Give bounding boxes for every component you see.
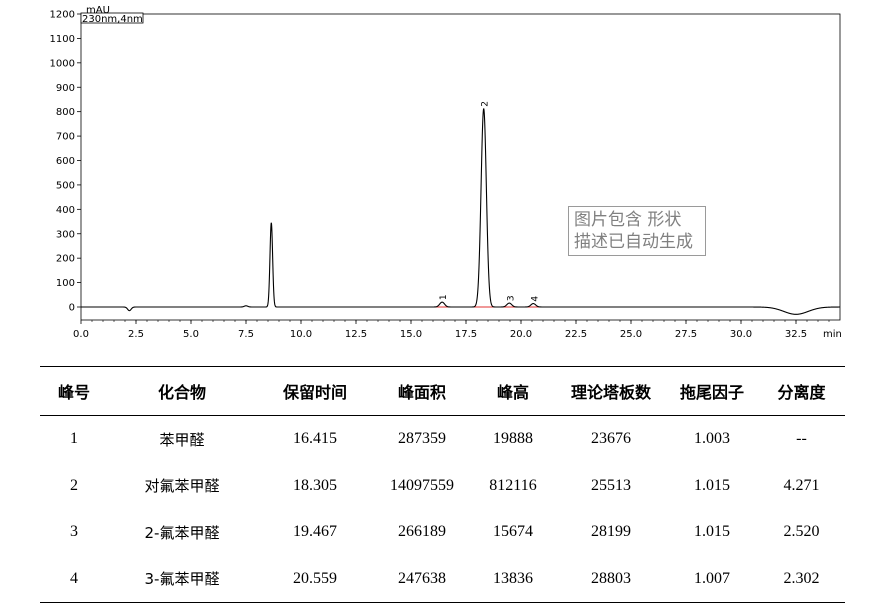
y-tick-label: 300: [56, 229, 75, 240]
header-peak-height: 峰高: [496, 383, 529, 402]
cell-retention-time: 19.467: [293, 523, 337, 541]
plot-frame: [80, 13, 841, 321]
y-tick-label: 100: [56, 278, 75, 289]
cell-tailing-factor: 1.003: [694, 430, 730, 448]
cell-resolution: 2.302: [783, 569, 820, 587]
header-peak-area: 峰面积: [397, 383, 446, 402]
x-tick-label: 0.0: [73, 329, 89, 340]
cell-tailing-factor: 1.015: [694, 523, 730, 541]
y-tick-label: 600: [56, 156, 75, 167]
peak-table: 峰号 化合物 保留时间 峰面积 峰高 理论塔板数 拖尾因子 分离度 1 苯甲醛 …: [40, 366, 845, 603]
x-tick-label: 10.0: [290, 329, 312, 340]
cell-compound: 苯甲醛: [159, 430, 205, 449]
x-tick-label: 15.0: [400, 329, 422, 340]
header-peak-no: 峰号: [57, 383, 90, 402]
cell-compound: 3-氟苯甲醛: [144, 570, 220, 589]
alt-text-overlay: 图片包含 形状 描述已自动生成: [568, 206, 706, 256]
cell-peak-no: 1: [70, 430, 78, 448]
cell-theoretical-plates: 28199: [591, 523, 631, 541]
peak-table-container: 峰号 化合物 保留时间 峰面积 峰高 理论塔板数 拖尾因子 分离度 1 苯甲醛 …: [40, 366, 845, 603]
table-row: 3 2-氟苯甲醛 19.467 266189 15674 28199 1.015…: [40, 509, 845, 556]
cell-peak-no: 3: [70, 523, 78, 541]
cell-retention-time: 16.415: [293, 430, 337, 448]
peak-label: 1: [439, 294, 449, 300]
x-tick-label: 27.5: [675, 329, 697, 340]
cell-peak-height: 812116: [489, 476, 537, 494]
header-resolution: 分离度: [777, 383, 826, 402]
x-tick-label: 17.5: [455, 329, 477, 340]
cell-theoretical-plates: 23676: [591, 430, 631, 448]
header-tailing-factor: 拖尾因子: [679, 383, 744, 402]
x-tick-label: 2.5: [128, 329, 144, 340]
y-tick-label: 1100: [50, 34, 75, 45]
x-tick-label: 32.5: [785, 329, 807, 340]
x-tick-label: 30.0: [730, 329, 752, 340]
cell-peak-area: 266189: [398, 523, 446, 541]
header-retention-time: 保留时间: [282, 383, 347, 402]
cell-theoretical-plates: 28803: [591, 569, 631, 587]
channel-legend: 230nm,4nm: [80, 12, 144, 25]
chromatogram-chart: 1200 1100 1000 900 800 700 600 500 400 300 200 100 0…: [0, 0, 885, 355]
table-row: 4 3-氟苯甲醛 20.559 247638 13836 28803 1.007…: [40, 556, 845, 603]
table-row: 1 苯甲醛 16.415 287359 19888 23676 1.003 --: [40, 416, 845, 463]
chromatogram-trace: [81, 108, 840, 315]
y-tick-label: 1000: [50, 58, 75, 69]
cell-tailing-factor: 1.015: [694, 476, 730, 494]
cell-compound: 2-氟苯甲醛: [144, 523, 220, 542]
x-tick-label: 25.0: [620, 329, 642, 340]
cell-compound: 对氟苯甲醛: [144, 477, 220, 496]
y-tick-label: 1200: [50, 10, 75, 21]
x-tick-label: 7.5: [238, 329, 254, 340]
cell-peak-area: 287359: [398, 430, 446, 448]
y-tick-label: 800: [56, 107, 75, 118]
peak-label: 4: [530, 296, 540, 302]
cell-peak-no: 2: [70, 476, 78, 494]
x-axis-unit: min: [823, 329, 842, 340]
chromatogram-svg: 1200110010009008007006005004003002001000…: [50, 5, 842, 340]
cell-peak-height: 19888: [493, 430, 533, 448]
cell-peak-height: 15674: [493, 523, 533, 541]
table-header-row: 峰号 化合物 保留时间 峰面积 峰高 理论塔板数 拖尾因子 分离度: [40, 366, 845, 416]
cell-resolution: --: [796, 430, 807, 448]
cell-tailing-factor: 1.007: [694, 569, 730, 587]
cell-retention-time: 18.305: [293, 476, 337, 494]
peak-label: 3: [506, 295, 516, 301]
y-tick-label: 400: [56, 205, 75, 216]
y-tick-label: 900: [56, 83, 75, 94]
cell-peak-area: 14097559: [390, 476, 454, 494]
cell-retention-time: 20.559: [293, 569, 337, 587]
table-row: 2 对氟苯甲醛 18.305 14097559 812116 25513 1.0…: [40, 463, 845, 510]
x-tick-label: 12.5: [345, 329, 367, 340]
y-tick-label: 0: [69, 303, 75, 314]
peak-label: 2: [481, 101, 491, 107]
cell-resolution: 4.271: [783, 476, 820, 494]
y-tick-label: 200: [56, 254, 75, 265]
cell-peak-height: 13836: [493, 569, 533, 587]
x-tick-label: 20.0: [510, 329, 532, 340]
alt-text-line-2: 描述已自动生成: [574, 232, 693, 252]
y-tick-label: 700: [56, 132, 75, 143]
header-compound: 化合物: [157, 383, 206, 402]
header-theoretical-plates: 理论塔板数: [570, 383, 651, 402]
cell-theoretical-plates: 25513: [591, 476, 631, 494]
y-tick-label: 500: [56, 180, 75, 191]
cell-peak-no: 4: [70, 569, 78, 587]
x-tick-label: 5.0: [183, 329, 199, 340]
alt-text-line-1: 图片包含 形状: [574, 210, 682, 230]
channel-label: 230nm,4nm: [82, 14, 143, 25]
cell-peak-area: 247638: [398, 569, 446, 587]
x-tick-label: 22.5: [565, 329, 587, 340]
cell-resolution: 2.520: [783, 523, 820, 541]
